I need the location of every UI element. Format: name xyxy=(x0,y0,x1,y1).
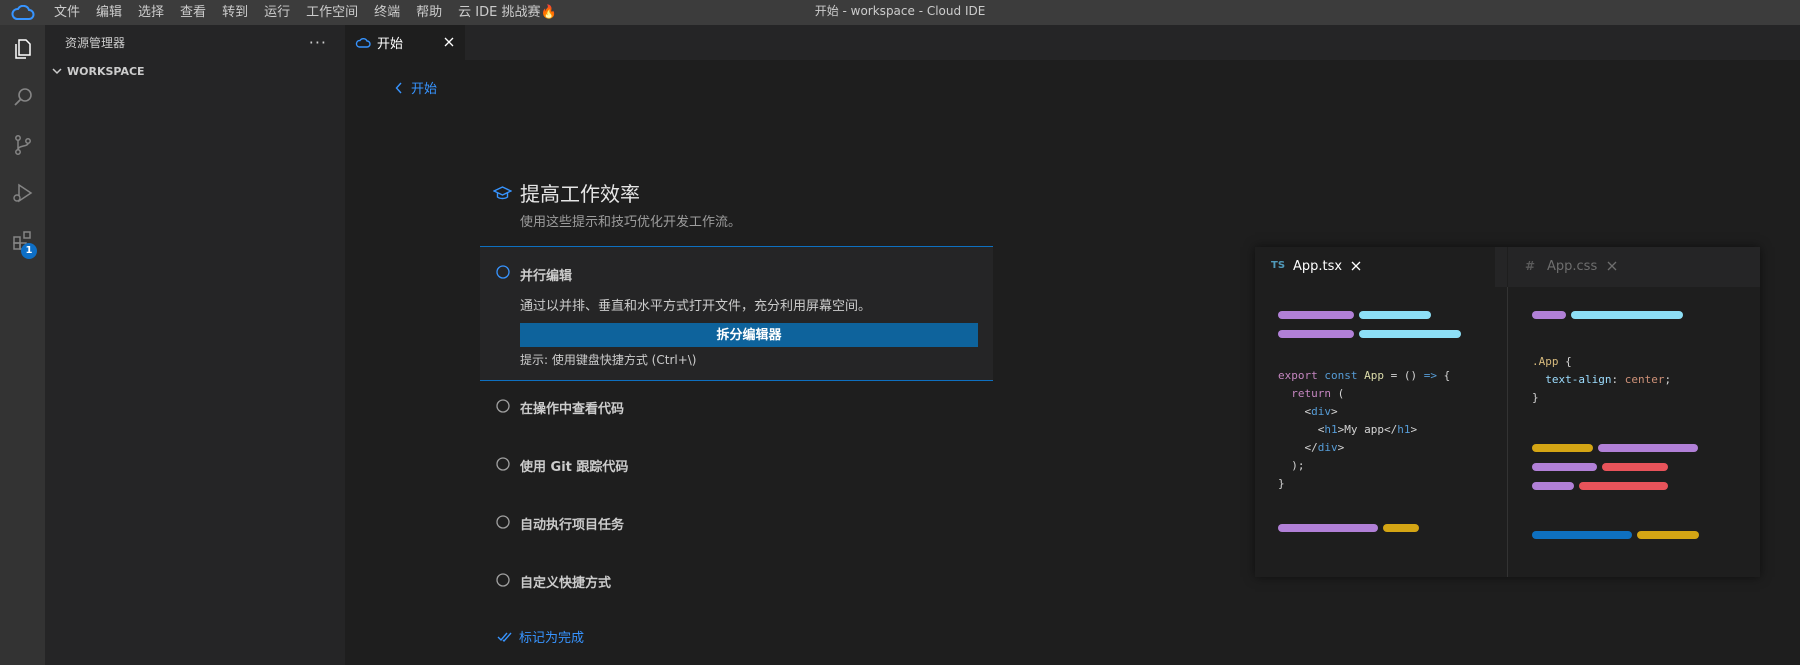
menu-bar: 文件 编辑 选择 查看 转到 运行 工作空间 终端 帮助 云 IDE 挑战赛🔥 xyxy=(46,0,565,25)
menu-view[interactable]: 查看 xyxy=(172,0,214,25)
title-bar: 文件 编辑 选择 查看 转到 运行 工作空间 终端 帮助 云 IDE 挑战赛🔥 … xyxy=(0,0,1800,25)
menu-run[interactable]: 运行 xyxy=(256,0,298,25)
preview-split-divider xyxy=(1507,287,1508,577)
preview-bar xyxy=(1602,463,1668,471)
step-radio-icon xyxy=(496,265,510,279)
preview-bar xyxy=(1532,311,1566,319)
step-radio-icon xyxy=(496,399,510,413)
step-title: 自动执行项目任务 xyxy=(520,518,625,533)
back-link[interactable]: 开始 xyxy=(395,78,437,97)
tab-label: 开始 xyxy=(377,37,404,52)
step-title: 自定义快捷方式 xyxy=(520,576,612,591)
step-git[interactable]: 使用 Git 跟踪代码 xyxy=(480,451,993,491)
sidebar-header: 资源管理器 ··· xyxy=(45,25,345,60)
editor-tab-bar: 开始 xyxy=(345,25,1800,60)
back-link-label: 开始 xyxy=(411,82,438,97)
chevron-down-icon xyxy=(52,68,62,75)
workspace-section-header[interactable]: WORKSPACE xyxy=(45,60,345,82)
menu-go[interactable]: 转到 xyxy=(214,0,256,25)
preview-bar xyxy=(1579,482,1668,490)
walkthrough-header: 提高工作效率 使用这些提示和技巧优化开发工作流。 xyxy=(493,178,1093,230)
step-shortcuts[interactable]: 自定义快捷方式 xyxy=(480,567,993,607)
explorer-sidebar: 资源管理器 ··· WORKSPACE xyxy=(45,25,345,665)
sidebar-title: 资源管理器 xyxy=(65,36,126,50)
close-icon xyxy=(1351,261,1361,271)
files-icon xyxy=(14,39,31,59)
preview-bar xyxy=(1383,524,1419,532)
close-icon xyxy=(1607,261,1617,271)
cloud-icon xyxy=(355,37,371,48)
menu-terminal[interactable]: 终端 xyxy=(366,0,408,25)
mark-done-link[interactable]: 标记为完成 xyxy=(497,627,584,646)
preview-bar xyxy=(1278,524,1378,532)
step-title: 在操作中查看代码 xyxy=(520,402,625,417)
activity-search[interactable] xyxy=(0,73,45,121)
preview-code-css: .App { text-align: center; } xyxy=(1532,355,1672,404)
step-description: 通过以并排、垂直和水平方式打开文件，充分利用屏幕空间。 xyxy=(520,299,872,314)
mark-done-label: 标记为完成 xyxy=(519,631,585,646)
walkthrough-editor: 开始 提高工作效率 使用这些提示和技巧优化开发工作流。 并行编辑 通过以并排、垂… xyxy=(345,60,1800,665)
menu-help[interactable]: 帮助 xyxy=(408,0,450,25)
cloud-logo-icon[interactable] xyxy=(0,0,46,25)
step-radio-icon xyxy=(496,515,510,529)
preview-tab-name: App.tsx xyxy=(1293,259,1343,274)
source-control-icon xyxy=(14,135,31,155)
close-icon[interactable] xyxy=(441,34,457,50)
step-tasks[interactable]: 自动执行项目任务 xyxy=(480,509,993,549)
mortarboard-icon xyxy=(493,185,512,199)
menu-edit[interactable]: 编辑 xyxy=(88,0,130,25)
step-radio-icon xyxy=(496,573,510,587)
step-title: 使用 Git 跟踪代码 xyxy=(520,460,629,475)
preview-bar xyxy=(1278,330,1354,338)
walkthrough-title: 提高工作效率 xyxy=(520,182,640,206)
activity-explorer[interactable] xyxy=(0,25,45,73)
chevron-left-icon xyxy=(395,82,402,93)
extensions-badge: 1 xyxy=(21,243,37,259)
preview-tab-name: App.css xyxy=(1547,259,1598,274)
step-radio-icon xyxy=(496,457,510,471)
menu-challenge[interactable]: 云 IDE 挑战赛🔥 xyxy=(450,0,565,25)
split-editor-button[interactable]: 拆分编辑器 xyxy=(520,323,978,347)
preview-tab-app-tsx: TS App.tsx xyxy=(1255,247,1495,287)
typescript-icon: TS xyxy=(1271,260,1286,271)
preview-bar xyxy=(1532,482,1574,490)
preview-bar xyxy=(1598,444,1698,452)
preview-tab-divider xyxy=(1507,247,1508,287)
preview-bar xyxy=(1532,444,1593,452)
menu-file[interactable]: 文件 xyxy=(46,0,88,25)
split-editor-preview: TS App.tsx # App.css export const App = … xyxy=(1255,247,1760,577)
preview-bar xyxy=(1637,531,1699,539)
more-actions-icon[interactable]: ··· xyxy=(309,33,327,52)
step-title: 并行编辑 xyxy=(520,269,573,284)
step-side-by-side[interactable]: 并行编辑 通过以并排、垂直和水平方式打开文件，充分利用屏幕空间。 拆分编辑器 提… xyxy=(480,246,993,381)
search-icon xyxy=(13,88,32,106)
preview-bar xyxy=(1571,311,1683,319)
menu-selection[interactable]: 选择 xyxy=(130,0,172,25)
menu-workspace[interactable]: 工作空间 xyxy=(298,0,366,25)
preview-bar xyxy=(1359,330,1461,338)
preview-bar xyxy=(1532,463,1597,471)
activity-run-debug[interactable] xyxy=(0,169,45,217)
walkthrough-subtitle: 使用这些提示和技巧优化开发工作流。 xyxy=(520,215,742,230)
shortcut-hint: 提示: 使用键盘快捷方式 (Ctrl+\) xyxy=(520,353,697,367)
preview-code-tsx: export const App = () => { return ( <div… xyxy=(1278,369,1451,490)
step-view-code[interactable]: 在操作中查看代码 xyxy=(480,393,993,433)
preview-bar xyxy=(1359,311,1431,319)
activity-source-control[interactable] xyxy=(0,121,45,169)
preview-bar xyxy=(1532,531,1632,539)
hash-icon: # xyxy=(1525,259,1536,273)
run-debug-icon xyxy=(12,183,32,203)
double-check-icon xyxy=(497,632,512,642)
tab-welcome[interactable]: 开始 xyxy=(345,25,465,60)
activity-bar: 1 xyxy=(0,25,45,665)
workspace-section-label: WORKSPACE xyxy=(67,64,145,78)
preview-bar xyxy=(1278,311,1354,319)
activity-extensions[interactable]: 1 xyxy=(0,217,45,265)
